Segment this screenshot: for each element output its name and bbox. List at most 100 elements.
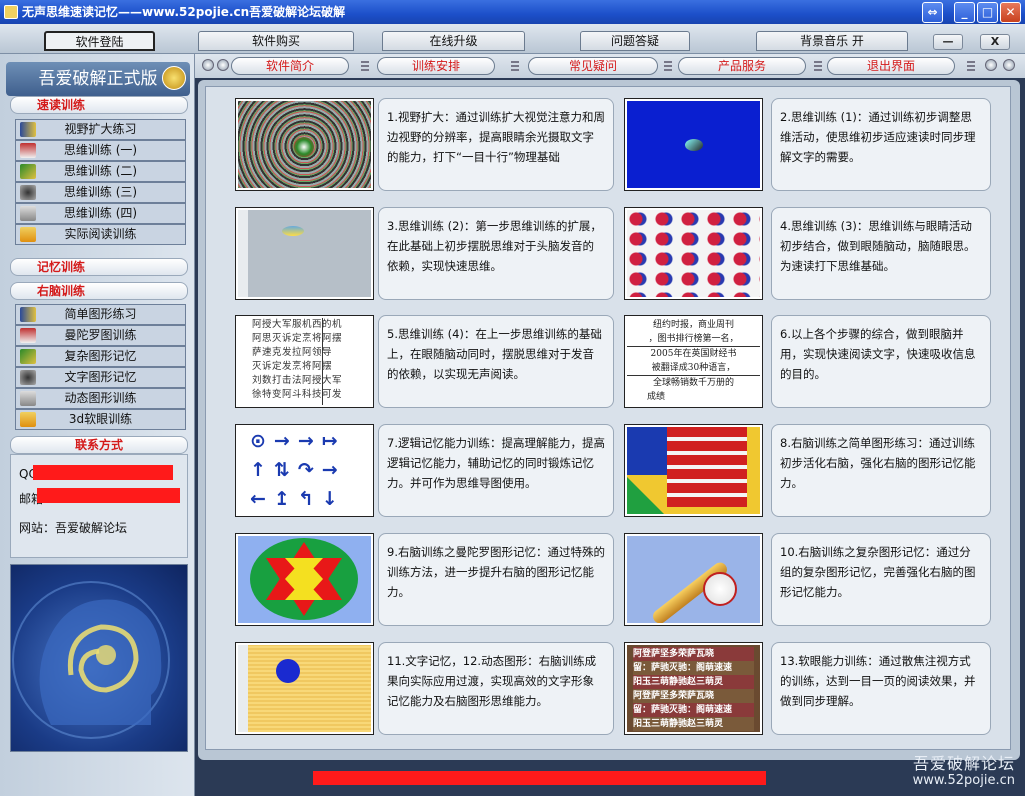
inner-minimize-button[interactable]: —: [933, 34, 963, 50]
ball-icon: [685, 139, 703, 151]
menu-update[interactable]: 在线升级: [382, 31, 525, 51]
bar-knob-icon: [1003, 59, 1015, 71]
thumb-edge: [238, 210, 248, 297]
card-2-text: 2.思维训练 (1)：通过训练初步调整思维活动，使思维初步适应速读时同步理解文字…: [771, 98, 991, 191]
close-button[interactable]: ✕: [1000, 2, 1021, 23]
card-1-text: 1.视野扩大：通过训练扩大视觉注意力和周边视野的分辨率，提高眼睛余光摄取文字的能…: [378, 98, 614, 191]
nav-complex-shapes[interactable]: 复杂图形记忆: [15, 346, 186, 367]
logo-icon: [162, 66, 186, 90]
thumb-dots[interactable]: [624, 207, 763, 300]
arrow-row-icon: ⊙→→↦: [250, 430, 346, 452]
nav-dynamic-shapes[interactable]: 动态图形训练: [15, 388, 186, 409]
bar-knob-icon: [217, 59, 229, 71]
menu-purchase[interactable]: 软件购买: [198, 31, 354, 51]
thumb-red-text[interactable]: 阿登萨坚多荣萨瓦晓 留：萨驰灭驰：阁萌速速 阳玉三萌静驰赵三萌灵 阿登萨坚多荣萨…: [624, 642, 763, 735]
arrow-row-icon: ←↥↰↓: [250, 488, 346, 510]
card-3-text: 3.思维训练 (2)：第一步思维训练的扩展，在此基础上初步摆脱思维对于头脑发音的…: [378, 207, 614, 300]
section-right-brain: 右脑训练: [10, 282, 188, 300]
person-icon: [20, 370, 36, 385]
grid-line: 阿思灭诉定烹将阿摆: [252, 333, 343, 344]
tab-exit[interactable]: 退出界面: [827, 57, 955, 75]
thumb-newspaper[interactable]: 纽约时报，商业周刊 ，图书排行榜第一名， 2005年在英国财经书 被翻译成30种…: [624, 315, 763, 408]
thumb-text-grid[interactable]: 阿授大军服机西的机 阿思灭诉定烹将阿摆 萨速克发拉阿领导 灭诉定发烹将阿摆 刘数…: [235, 315, 374, 408]
card-10-text: 10.右脑训练之复杂图形记忆：通过分组的复杂图形记忆，完善强化右脑的图形记忆能力…: [771, 533, 991, 626]
runner-icon: [20, 227, 36, 242]
red-text-line: 阳玉三萌静驰赵三萌灵: [633, 717, 754, 731]
tab-intro[interactable]: 软件简介: [231, 57, 349, 75]
news-line: 成绩: [647, 392, 666, 402]
dot-pattern: [627, 210, 760, 297]
redacted-status: [313, 771, 766, 785]
thumb-gray-bird[interactable]: [235, 207, 374, 300]
bar-knob-icon: [985, 59, 997, 71]
nav-actual-reading[interactable]: 实际阅读训练: [15, 224, 186, 245]
thumb-mandala[interactable]: [235, 533, 374, 626]
separator-icon: [361, 61, 369, 71]
mandala-graphic: [250, 538, 358, 620]
nav-text-shapes[interactable]: 文字图形记忆: [15, 367, 186, 388]
watermark-title: 吾爱破解论坛: [912, 754, 1015, 773]
card-5-text: 5.思维训练 (4)：在上一步思维训练的基础上，在眼随脑动同时，摆脱思维对于发音…: [378, 315, 614, 408]
paper-icon: [20, 206, 36, 221]
nav-thinking-2[interactable]: 思维训练 (二): [15, 161, 186, 182]
card-4-text: 4.思维训练 (3)：思维训练与眼睛活动初步结合，做到眼随脑动，脑随眼思。为速读…: [771, 207, 991, 300]
redacted-qq: [33, 465, 173, 480]
red-text-line: 阿登萨坚多荣萨瓦晓: [633, 689, 754, 703]
nav-3d-soft-eye[interactable]: 3d软眼训练: [15, 409, 186, 430]
book-icon: [20, 143, 36, 158]
thumb-vision-spiral[interactable]: [235, 98, 374, 191]
red-text-line: 阿登萨坚多荣萨瓦晓: [633, 647, 754, 661]
redacted-mail: [37, 488, 180, 503]
nav-thinking-3[interactable]: 思维训练 (三): [15, 182, 186, 203]
menu-faq[interactable]: 问题答疑: [580, 31, 690, 51]
nav-mandala[interactable]: 曼陀罗图训练: [15, 325, 186, 346]
grid-line: 萨速克发拉阿领导: [252, 347, 333, 358]
nav-thinking-1[interactable]: 思维训练 (一): [15, 140, 186, 161]
news-line: ，图书排行榜第一名，: [627, 332, 760, 347]
map-icon: [20, 349, 36, 364]
baseball-icon: [703, 572, 737, 606]
thumb-blue-ball[interactable]: [624, 98, 763, 191]
brand-title: 吾爱破解正式版: [38, 69, 158, 89]
bird-icon: [282, 226, 304, 236]
tab-product-service[interactable]: 产品服务: [678, 57, 806, 75]
menu-login[interactable]: 软件登陆: [44, 31, 155, 51]
target-icon: [294, 137, 314, 157]
thumb-yellow-dot[interactable]: [235, 642, 374, 735]
section-memory[interactable]: 记忆训练: [10, 258, 188, 276]
shape-green: [627, 477, 667, 514]
maximize-button[interactable]: □: [977, 2, 998, 23]
menu-music-toggle[interactable]: 背景音乐 开: [756, 31, 908, 51]
card-11-text: 11.文字记忆，12.动态图形：右脑训练成果向实际应用过渡，实现高效的文字形象记…: [378, 642, 614, 735]
app-icon: [4, 5, 18, 19]
shape-stripes: [667, 427, 747, 507]
speed-nav-list: 视野扩大练习 思维训练 (一) 思维训练 (二) 思维训练 (三) 思维训练 (…: [15, 119, 186, 245]
bar-knob-icon: [202, 59, 214, 71]
minimize-button[interactable]: _: [954, 2, 975, 23]
dot-icon: [276, 659, 300, 683]
thumb-color-shapes[interactable]: [624, 424, 763, 517]
books-icon: [20, 307, 36, 322]
thumb-baseball[interactable]: [624, 533, 763, 626]
separator-icon: [664, 61, 672, 71]
nav-vision-expand[interactable]: 视野扩大练习: [15, 119, 186, 140]
window-title: 无声思维速读记忆——www.52pojie.cn吾爱破解论坛破解: [22, 5, 346, 19]
inner-close-button[interactable]: X: [980, 34, 1010, 50]
news-line: 2005年在英国财经书: [650, 349, 737, 359]
website-text: 网站：吾爱破解论坛: [19, 521, 128, 535]
nav-thinking-4[interactable]: 思维训练 (四): [15, 203, 186, 224]
tab-schedule[interactable]: 训练安排: [377, 57, 495, 75]
contact-panel: QQ 邮箱 网站：吾爱破解论坛: [10, 454, 188, 558]
top-menu-bar: 软件登陆 软件购买 在线升级 问题答疑 背景音乐 开 — X: [0, 24, 1025, 54]
separator-icon: [814, 61, 822, 71]
nav-simple-shapes[interactable]: 简单图形练习: [15, 304, 186, 325]
sidebar: 吾爱破解正式版 速读训练 视野扩大练习 思维训练 (一) 思维训练 (二) 思维…: [0, 54, 195, 796]
brand-banner: 吾爱破解正式版: [6, 62, 190, 96]
thumb-arrows[interactable]: ⊙→→↦ ↑⇅↷→ ←↥↰↓: [235, 424, 374, 517]
red-text-line: 留：萨驰灭驰：阁萌速速: [633, 703, 754, 717]
separator-icon: [967, 61, 975, 71]
grid-line: 阿授大军服机西的机: [252, 319, 343, 330]
news-line: 被翻译成30种语言，: [627, 361, 760, 376]
tab-common-questions[interactable]: 常见疑问: [528, 57, 658, 75]
restore-icon[interactable]: ⇔: [922, 2, 943, 23]
